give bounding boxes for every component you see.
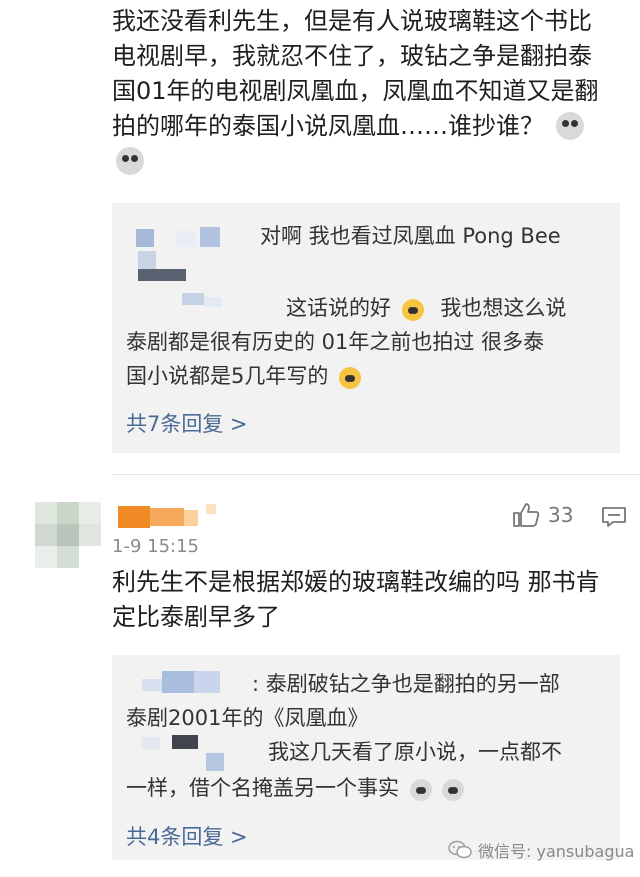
comment-1-body: 我还没看利先生，但是有人说玻璃鞋这个书比电视剧早，我就忍不住了，玻钻之争是翻拍泰… [112, 7, 599, 140]
more-replies-link-2[interactable]: 共4条回复 > [126, 821, 248, 851]
reply-2-4-text: 一样，借个名掩盖另一个事实 [126, 776, 399, 800]
wechat-icon [448, 840, 472, 859]
smile-emoji-icon [339, 367, 362, 389]
reply-1-4-text: 国小说都是5几年写的 [126, 364, 329, 388]
reply-2-4: 一样，借个名掩盖另一个事实 [126, 773, 465, 803]
reply-1-3: 泰剧都是很有历史的 01年之前也拍过 很多泰 [126, 330, 545, 354]
reply-1-2: 这话说的好 我也想这么说 [286, 293, 566, 323]
reply-icon[interactable] [601, 506, 627, 528]
watermark-text: 微信号: yansubagua [478, 842, 635, 861]
reply-1-1: 对啊 我也看过凤凰血 Pong Bee [260, 224, 561, 248]
dog-emoji-icon [442, 779, 465, 801]
blurred-username [142, 735, 262, 775]
username[interactable] [118, 504, 218, 530]
blurred-username [182, 293, 232, 313]
avatar[interactable] [35, 502, 101, 568]
reply-2-2: 泰剧2001年的《凤凰血》 [126, 706, 369, 730]
reply-1-2-a: 这话说的好 [286, 296, 391, 320]
dog-emoji-icon [116, 147, 144, 175]
watermark: 微信号: yansubagua [448, 838, 634, 862]
comment-2-text: 利先生不是根据郑媛的玻璃鞋改编的吗 那书肯定比泰剧早多了 [112, 568, 600, 631]
blurred-username [136, 225, 226, 285]
dog-emoji-icon [555, 112, 584, 140]
reply-box-2: : 泰剧破钻之争也是翻拍的另一部 泰剧2001年的《凤凰血》 我这几天看了原小说… [112, 655, 620, 860]
reply-2-3: 我这几天看了原小说，一点都不 [268, 740, 562, 764]
comment-1-text: 我还没看利先生，但是有人说玻璃鞋这个书比电视剧早，我就忍不住了，玻钻之争是翻拍泰… [112, 4, 612, 179]
like-button[interactable]: 33 [512, 502, 573, 528]
blurred-username [142, 669, 262, 699]
thumbs-up-icon [513, 503, 540, 527]
reply-1-2-b: 我也想这么说 [440, 296, 567, 320]
reply-box-1: 对啊 我也看过凤凰血 Pong Bee 这话说的好 我也想这么说 泰剧都是很有历… [112, 203, 620, 453]
more-replies-link-1[interactable]: 共7条回复 > [126, 408, 248, 438]
crying-emoji-icon [401, 299, 424, 321]
timestamp: 1-9 15:15 [112, 536, 199, 557]
divider [112, 474, 640, 475]
like-count: 33 [548, 503, 574, 527]
dog-emoji-icon [409, 779, 432, 801]
reply-2-1: : 泰剧破钻之争也是翻拍的另一部 [252, 672, 560, 696]
reply-1-4: 国小说都是5几年写的 [126, 361, 362, 391]
